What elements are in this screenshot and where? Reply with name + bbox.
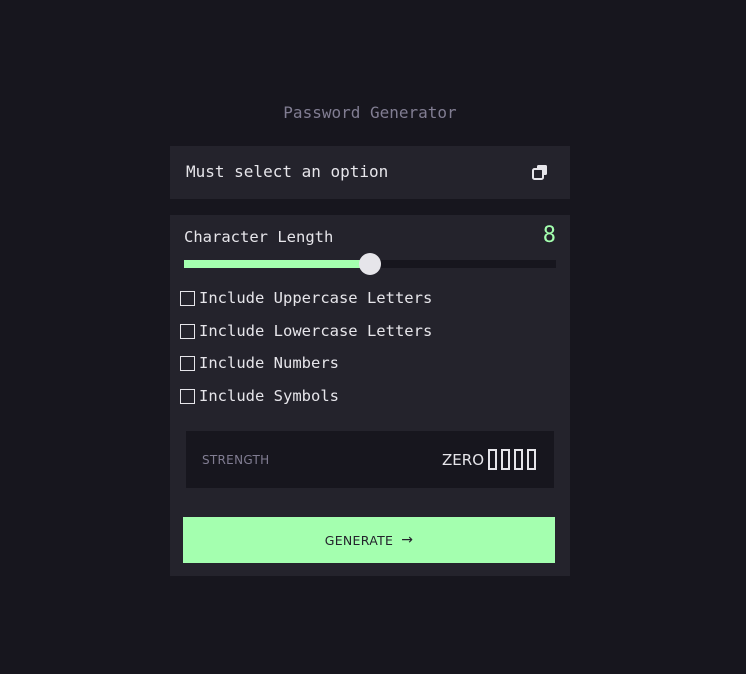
option-label: Include Symbols xyxy=(199,387,339,405)
option-symbols[interactable]: Include Symbols xyxy=(180,386,339,406)
arrow-right-icon: → xyxy=(401,532,414,548)
password-output-text: Must select an option xyxy=(186,162,389,181)
character-length-slider[interactable] xyxy=(184,253,556,275)
page-title: Password Generator xyxy=(283,103,457,122)
character-length-label: Character Length xyxy=(184,228,334,246)
option-lowercase[interactable]: Include Lowercase Letters xyxy=(180,321,432,341)
strength-bar xyxy=(514,449,523,470)
strength-bar xyxy=(501,449,510,470)
generate-button[interactable]: GENERATE → xyxy=(183,517,555,563)
strength-meter: STRENGTH ZERO xyxy=(186,431,554,488)
option-numbers[interactable]: Include Numbers xyxy=(180,353,339,373)
strength-bars xyxy=(488,449,536,470)
strength-label: STRENGTH xyxy=(202,453,270,467)
slider-thumb[interactable] xyxy=(359,253,381,275)
symbols-checkbox[interactable] xyxy=(180,388,195,404)
uppercase-checkbox[interactable] xyxy=(180,290,195,306)
slider-fill xyxy=(184,260,370,268)
copy-icon[interactable] xyxy=(532,164,548,180)
option-label: Include Numbers xyxy=(199,354,339,372)
strength-bar xyxy=(488,449,497,470)
generate-label: GENERATE xyxy=(324,532,394,548)
option-label: Include Lowercase Letters xyxy=(199,322,433,340)
option-label: Include Uppercase Letters xyxy=(199,289,433,307)
lowercase-checkbox[interactable] xyxy=(180,323,195,339)
password-output: Must select an option xyxy=(170,146,570,199)
strength-bar xyxy=(527,449,536,470)
numbers-checkbox[interactable] xyxy=(180,355,195,371)
character-length-value: 8 xyxy=(542,223,556,248)
settings-panel: Character Length 8 Include Uppercase Let… xyxy=(170,215,570,576)
option-uppercase[interactable]: Include Uppercase Letters xyxy=(180,288,432,308)
strength-value: ZERO xyxy=(442,451,484,469)
